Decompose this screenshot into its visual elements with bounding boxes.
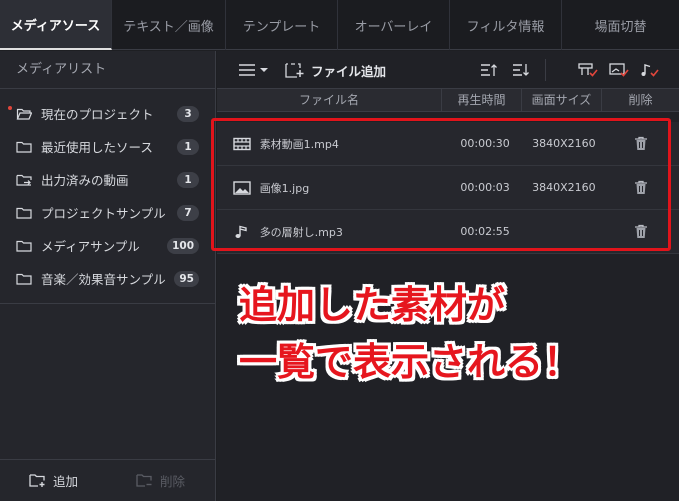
folder-icon bbox=[16, 273, 32, 285]
delete-file-button[interactable] bbox=[603, 180, 679, 195]
file-list-panel: ファイル追加 ファイル名 再生時間 画面サイズ 削除 素材動画1.mp4 00:… bbox=[217, 51, 679, 501]
folder-add-icon bbox=[29, 474, 45, 487]
filter-audio-button[interactable] bbox=[639, 51, 659, 89]
folder-icon bbox=[16, 240, 32, 252]
media-tab-bar: メディアソース テキスト／画像 テンプレート オーバーレイ フィルタ情報 場面切… bbox=[0, 0, 679, 50]
col-filename[interactable]: ファイル名 bbox=[217, 88, 442, 112]
folder-remove-icon bbox=[136, 474, 152, 487]
toolbar-divider bbox=[545, 59, 546, 81]
trash-icon bbox=[635, 224, 648, 238]
sidebar-footer: 追加 削除 bbox=[0, 459, 215, 501]
sort-ascending-icon bbox=[481, 64, 497, 76]
music-note-icon bbox=[233, 225, 253, 239]
delete-file-button[interactable] bbox=[603, 136, 679, 151]
active-dot bbox=[8, 106, 12, 110]
tab-text-image[interactable]: テキスト／画像 bbox=[112, 0, 226, 50]
file-toolbar: ファイル追加 bbox=[217, 51, 679, 89]
sidebar-item-media-samples[interactable]: メディアサンプル 100 bbox=[0, 229, 215, 262]
tab-transition[interactable]: 場面切替 bbox=[562, 0, 679, 50]
delete-file-button[interactable] bbox=[603, 224, 679, 239]
sidebar-item-label: 音楽／効果音サンプル bbox=[41, 272, 166, 287]
image-icon bbox=[233, 180, 253, 195]
delete-label: 削除 bbox=[159, 474, 185, 489]
tab-overlay[interactable]: オーバーレイ bbox=[338, 0, 450, 50]
sidebar-item-recent-sources[interactable]: 最近使用したソース 1 bbox=[0, 130, 215, 163]
file-resolution: 3840X2160 bbox=[532, 181, 596, 194]
annotation-line-1: 追加した素材が bbox=[239, 283, 506, 327]
tab-media-source[interactable]: メディアソース bbox=[0, 0, 112, 50]
sidebar-item-label: 現在のプロジェクト bbox=[41, 107, 154, 122]
add-folder-button[interactable]: 追加 bbox=[0, 471, 107, 490]
file-duration: 00:00:03 bbox=[460, 181, 510, 194]
folder-export-icon bbox=[16, 174, 32, 186]
sidebar-item-project-samples[interactable]: プロジェクトサンプル 7 bbox=[0, 196, 215, 229]
table-row[interactable]: 素材動画1.mp4 00:00:30 3840X2160 bbox=[217, 122, 679, 166]
folder-icon bbox=[16, 141, 32, 153]
file-duration: 00:02:55 bbox=[460, 225, 510, 238]
sidebar-item-current-project[interactable]: 現在のプロジェクト 3 bbox=[0, 97, 215, 130]
count-badge: 7 bbox=[177, 205, 199, 221]
filter-video-button[interactable] bbox=[578, 51, 598, 89]
folder-open-icon bbox=[16, 108, 32, 120]
sidebar-item-exported-videos[interactable]: 出力済みの動画 1 bbox=[0, 163, 215, 196]
video-filter-icon bbox=[578, 63, 598, 77]
sidebar-item-label: メディアサンプル bbox=[41, 239, 140, 254]
add-file-label: ファイル追加 bbox=[311, 63, 387, 79]
folder-icon bbox=[16, 207, 32, 219]
add-label: 追加 bbox=[52, 474, 78, 489]
sidebar-item-label: 最近使用したソース bbox=[41, 140, 153, 155]
sidebar-item-music-samples[interactable]: 音楽／効果音サンプル 95 bbox=[0, 262, 215, 295]
sort-descending-icon bbox=[513, 64, 529, 76]
count-badge: 100 bbox=[167, 238, 199, 254]
menu-dropdown-icon bbox=[239, 64, 268, 76]
media-list-sidebar: メディアリスト 現在のプロジェクト 3 最近使用したソース 1 出力済みの動画 … bbox=[0, 51, 216, 501]
table-row[interactable]: 画像1.jpg 00:00:03 3840X2160 bbox=[217, 166, 679, 210]
audio-filter-icon bbox=[641, 64, 659, 77]
file-table-header: ファイル名 再生時間 画面サイズ 削除 bbox=[217, 88, 679, 112]
table-row[interactable]: 多の層射し.mp3 00:02:55 bbox=[217, 210, 679, 254]
col-duration[interactable]: 再生時間 bbox=[442, 88, 522, 112]
view-menu-button[interactable] bbox=[239, 51, 269, 89]
trash-icon bbox=[635, 180, 648, 194]
film-icon bbox=[233, 137, 253, 151]
image-filter-icon bbox=[609, 63, 629, 77]
trash-icon bbox=[635, 136, 648, 150]
delete-folder-button[interactable]: 削除 bbox=[107, 471, 214, 490]
annotation-line-2: 一覧で表示される！ bbox=[239, 340, 582, 384]
sort-descending-button[interactable] bbox=[512, 51, 530, 89]
tab-filter[interactable]: フィルタ情報 bbox=[450, 0, 562, 50]
count-badge: 1 bbox=[177, 172, 199, 188]
col-resolution[interactable]: 画面サイズ bbox=[522, 88, 602, 112]
file-name: 素材動画1.mp4 bbox=[259, 137, 339, 151]
add-file-button[interactable]: ファイル追加 bbox=[285, 51, 386, 89]
count-badge: 95 bbox=[174, 271, 199, 287]
file-duration: 00:00:30 bbox=[460, 137, 510, 150]
filter-image-button[interactable] bbox=[609, 51, 629, 89]
count-badge: 3 bbox=[177, 106, 199, 122]
file-name: 画像1.jpg bbox=[259, 181, 310, 195]
tab-template[interactable]: テンプレート bbox=[226, 0, 338, 50]
count-badge: 1 bbox=[177, 139, 199, 155]
folder-list: 現在のプロジェクト 3 最近使用したソース 1 出力済みの動画 1 プロジェクト… bbox=[0, 89, 215, 304]
sidebar-title: メディアリスト bbox=[0, 51, 215, 89]
sidebar-item-label: 出力済みの動画 bbox=[41, 173, 129, 188]
sidebar-item-label: プロジェクトサンプル bbox=[41, 206, 166, 221]
add-file-icon bbox=[285, 63, 304, 78]
col-delete: 削除 bbox=[628, 92, 653, 107]
sort-ascending-button[interactable] bbox=[480, 51, 498, 89]
file-name: 多の層射し.mp3 bbox=[259, 225, 343, 239]
file-resolution: 3840X2160 bbox=[532, 137, 596, 150]
